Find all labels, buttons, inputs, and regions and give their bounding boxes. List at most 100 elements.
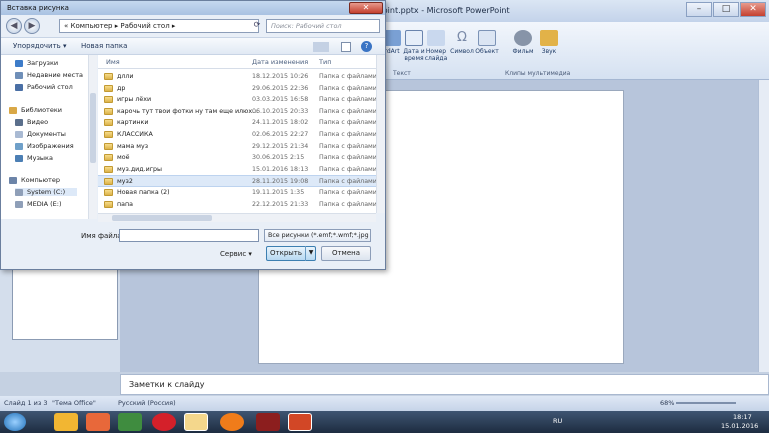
clock-time: 18:17 (733, 413, 752, 421)
search-input[interactable]: Поиск: Рабочий стол (266, 19, 380, 33)
documents-icon (15, 130, 23, 138)
filetype-select[interactable]: Все рисунки (*.emf;*.wmf;*.jpg (264, 229, 371, 242)
slide-thumbnail[interactable] (12, 268, 118, 340)
slide-number-button[interactable]: Номер слайда (422, 30, 450, 66)
sound-button[interactable]: Звук (535, 30, 563, 66)
opera-icon[interactable] (152, 413, 176, 431)
desktop-icon (15, 83, 23, 91)
nav-item-system-c[interactable]: System (C:) (15, 188, 78, 196)
navigation-bar: ◀ ▶ « Компьютер ▸ Рабочий стол ▸ ⟳ Поиск… (1, 15, 385, 37)
file-row[interactable]: папа 22.12.2015 21:33 Папка с файлами (98, 199, 376, 211)
status-slide: Слайд 1 из 3 (4, 399, 48, 407)
nav-item-recent[interactable]: Недавние места (15, 71, 83, 79)
preview-pane-icon[interactable] (341, 42, 351, 52)
file-row[interactable]: Новая папка (2) 19.11.2015 1:35 Папка с фа… (98, 187, 376, 199)
folder-icon (104, 131, 113, 138)
file-row[interactable]: картинки 24.11.2015 18:02 Папка с файлами (98, 117, 376, 129)
organize-button[interactable]: Упорядочить ▾ (13, 42, 67, 50)
drive-icon (15, 200, 23, 208)
file-row[interactable]: мама муз 29.12.2015 21:34 Папка с файлами (98, 141, 376, 153)
file-row-selected[interactable]: муз2 28.11.2015 19:08 Папка с файлами (98, 175, 376, 187)
nav-item-media-e[interactable]: MEDIA (E:) (15, 200, 62, 208)
address-bar[interactable]: « Компьютер ▸ Рабочий стол ▸ (59, 19, 259, 33)
service-menu[interactable]: Сервис ▾ (220, 250, 252, 258)
folder-icon (104, 154, 113, 162)
dialog-close-button[interactable]: ✕ (349, 2, 383, 14)
folder-icon (104, 165, 113, 173)
taskbar-app-icon[interactable] (256, 413, 280, 431)
column-date[interactable]: Дата изменения (252, 58, 308, 66)
file-rows: длли 18.12.2015 10:26 Папка с файлами др 29… (98, 71, 376, 213)
forward-arrow-icon[interactable]: ▶ (24, 18, 40, 34)
music-icon (15, 154, 23, 162)
video-icon (15, 118, 23, 126)
folder-icon (104, 107, 113, 115)
file-row[interactable]: муз.дид.игры 15.01.2016 18:13 Папка с файл… (98, 164, 376, 176)
folder-icon (104, 119, 113, 127)
filename-label: Имя файла: (81, 232, 124, 240)
view-options-icon[interactable] (313, 42, 329, 52)
nav-item-libraries[interactable]: Библиотеки (9, 106, 62, 114)
close-button[interactable]: ✕ (740, 2, 766, 17)
explorer-icon[interactable] (184, 413, 208, 431)
new-folder-button[interactable]: Новая папка (81, 42, 127, 50)
movie-button[interactable]: Фильм (509, 30, 537, 66)
dialog-title: Вставка рисунка (7, 4, 69, 12)
start-button[interactable] (4, 413, 26, 431)
taskbar-app-icon[interactable] (54, 413, 78, 431)
nav-item-music[interactable]: Музыка (15, 154, 53, 162)
dialog-toolbar: Упорядочить ▾ Новая папка ? (1, 37, 385, 55)
nav-item-documents[interactable]: Документы (15, 130, 66, 138)
folder-icon (104, 142, 113, 150)
vertical-scrollbar[interactable] (758, 80, 769, 372)
folder-icon (104, 73, 113, 80)
column-type[interactable]: Тип (319, 58, 331, 66)
nav-item-downloads[interactable]: Загрузки (15, 59, 58, 67)
file-row[interactable]: игры лёхи 03.03.2015 16:58 Папка с файлами (98, 94, 376, 106)
nav-scroll-thumb[interactable] (90, 93, 96, 163)
taskbar-app-icon[interactable] (118, 413, 142, 431)
omega-icon: Ω (457, 30, 467, 45)
column-name[interactable]: Имя (106, 58, 120, 66)
file-list-scrollbar[interactable] (376, 55, 385, 213)
hscroll-thumb[interactable] (112, 215, 212, 221)
taskbar-app-icon[interactable] (86, 413, 110, 431)
file-row[interactable]: КЛАССИКА 02.06.2015 22:27 Папка с файлами (98, 129, 376, 141)
file-row[interactable]: моё 30.06.2015 2:15 Папка с файлами (98, 152, 376, 164)
folder-icon (104, 189, 113, 196)
folder-icon (104, 96, 113, 104)
firefox-icon[interactable] (220, 413, 244, 431)
refresh-icon[interactable]: ⟳ (250, 19, 264, 33)
maximize-button[interactable]: □ (713, 2, 739, 17)
status-theme: "Тема Office" (52, 399, 96, 407)
help-icon[interactable]: ? (361, 41, 372, 52)
language-indicator[interactable]: RU (553, 417, 562, 425)
folder-icon (104, 84, 113, 92)
file-row[interactable]: карочь тут твои фотки ну там еще илюх...… (98, 106, 376, 118)
file-list-header: Имя Дата изменения Тип (98, 55, 376, 69)
notes-placeholder: Заметки к слайду (129, 380, 205, 389)
notes-pane[interactable]: Заметки к слайду (120, 374, 769, 395)
navigation-pane: Загрузки Недавние места Рабочий стол Биб… (1, 55, 97, 219)
clock-date: 15.01.2016 (721, 422, 759, 430)
file-row[interactable]: др 29.06.2015 22:36 Папка с файлами (98, 83, 376, 95)
folder-icon (104, 178, 113, 186)
nav-item-computer[interactable]: Компьютер (9, 176, 60, 184)
horizontal-scrollbar[interactable] (98, 213, 376, 222)
object-button[interactable]: Объект (473, 30, 501, 66)
zoom-slider[interactable] (676, 402, 736, 404)
file-row[interactable]: длли 18.12.2015 10:26 Папка с файлами (98, 71, 376, 83)
open-dropdown-arrow-icon[interactable]: ▼ (305, 246, 316, 261)
symbol-button[interactable]: Ω Символ (448, 30, 476, 66)
nav-item-desktop[interactable]: Рабочий стол (15, 83, 73, 91)
nav-item-video[interactable]: Видео (15, 118, 48, 126)
nav-scrollbar[interactable] (88, 55, 97, 219)
libraries-icon (9, 106, 17, 114)
group-label-media: Клипы мультимедиа (505, 70, 571, 77)
powerpoint-icon[interactable] (288, 413, 312, 431)
cancel-button[interactable]: Отмена (321, 246, 371, 261)
filename-input[interactable] (119, 229, 259, 242)
minimize-button[interactable]: – (686, 2, 712, 17)
nav-item-pictures[interactable]: Изображения (15, 142, 74, 150)
back-arrow-icon[interactable]: ◀ (6, 18, 22, 34)
